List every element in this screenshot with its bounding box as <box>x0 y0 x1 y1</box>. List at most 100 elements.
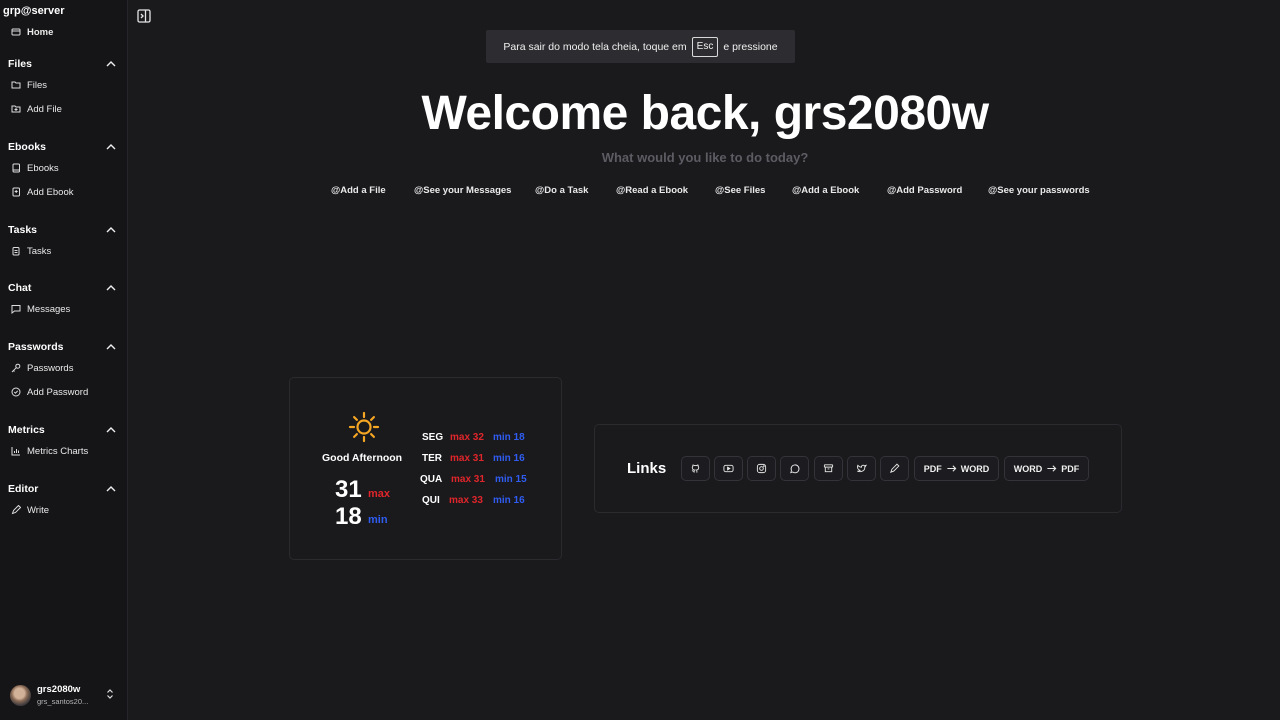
page-title: Welcome back, grs2080w <box>421 87 989 140</box>
forecast-max: max 33 <box>449 495 483 506</box>
user-menu[interactable]: grs2080w grs_santos20... <box>10 683 120 707</box>
sidebar-toggle-icon[interactable] <box>137 9 151 23</box>
sidebar-item-label: Tasks <box>27 245 52 257</box>
whatsapp-icon <box>790 464 800 474</box>
sidebar-item-label: Add Ebook <box>27 186 74 198</box>
instagram-link-button[interactable] <box>747 456 776 481</box>
editor-link-button[interactable] <box>880 456 909 481</box>
arrow-right-icon <box>947 465 957 472</box>
forecast-day: TER <box>422 453 442 464</box>
fullscreen-notice-text-after: e pressione <box>723 40 778 53</box>
convert-to-label: WORD <box>960 463 990 474</box>
weather-card: Good Afternoon 31 max 18 min SEG max 32 … <box>289 377 562 560</box>
shield-check-icon <box>11 387 21 397</box>
quick-action-see-messages[interactable]: @See your Messages <box>414 185 511 196</box>
chevron-up-icon[interactable] <box>105 483 117 495</box>
group-files-label: Files <box>8 58 32 70</box>
twitter-link-button[interactable] <box>847 456 876 481</box>
group-chat-label: Chat <box>8 282 32 294</box>
forecast-min: min 18 <box>493 432 525 443</box>
twitter-icon <box>857 464 867 473</box>
forecast-max: max 31 <box>451 474 485 485</box>
github-icon <box>691 464 700 473</box>
fullscreen-notice-text: Para sair do modo tela cheia, toque em <box>503 40 687 53</box>
archive-link-button[interactable] <box>814 456 843 481</box>
quick-action-add-password[interactable]: @Add Password <box>887 185 962 196</box>
links-card: Links PDF WORD WORD PDF <box>594 424 1122 513</box>
quick-action-do-task[interactable]: @Do a Task <box>535 185 588 196</box>
sidebar-item-label: Add Password <box>27 386 89 398</box>
current-max-label: max <box>368 488 391 500</box>
current-min-label: min <box>368 514 388 526</box>
weather-greeting: Good Afternoon <box>322 452 403 464</box>
user-name: grs2080w <box>37 684 81 695</box>
quick-action-add-file[interactable]: @Add a File <box>331 185 386 196</box>
pencil-icon <box>890 463 900 473</box>
sidebar-item-add-password[interactable]: Add Password <box>11 384 88 400</box>
group-editor-label: Editor <box>8 483 39 495</box>
youtube-icon <box>723 464 734 473</box>
sidebar-item-metrics-charts[interactable]: Metrics Charts <box>11 443 88 459</box>
sidebar-item-write[interactable]: Write <box>11 502 49 518</box>
quick-action-see-files[interactable]: @See Files <box>715 185 765 196</box>
forecast-max: max 32 <box>450 432 484 443</box>
convert-from-label: WORD <box>1013 463 1043 474</box>
forecast-max: max 31 <box>450 453 484 464</box>
user-email: grs_santos20... <box>37 696 89 706</box>
sidebar-item-label: Messages <box>27 303 71 315</box>
forecast-day: QUA <box>420 474 443 485</box>
sidebar-item-label: Write <box>27 504 49 516</box>
app-brand: grp@server <box>3 5 65 17</box>
sidebar-item-passwords[interactable]: Passwords <box>11 360 73 376</box>
chevron-up-icon[interactable] <box>105 424 117 436</box>
sidebar-item-label: Passwords <box>27 362 74 374</box>
quick-action-add-ebook[interactable]: @Add a Ebook <box>792 185 859 196</box>
clipboard-icon <box>12 247 20 256</box>
pdf-to-word-button[interactable]: PDF WORD <box>914 456 999 481</box>
sidebar-item-label: Home <box>27 26 54 38</box>
sidebar-item-label: Metrics Charts <box>27 445 89 457</box>
chevron-up-icon[interactable] <box>105 224 117 236</box>
word-to-pdf-button[interactable]: WORD PDF <box>1004 456 1089 481</box>
message-square-icon <box>11 305 21 314</box>
chevrons-up-down-icon <box>107 689 113 699</box>
sidebar-item-messages[interactable]: Messages <box>11 301 70 317</box>
group-passwords-label: Passwords <box>8 341 64 353</box>
book-plus-icon <box>12 187 20 197</box>
quick-action-see-passwords[interactable]: @See your passwords <box>988 185 1090 196</box>
esc-key: Esc <box>691 36 719 57</box>
group-tasks-label: Tasks <box>8 224 37 236</box>
sidebar-item-add-ebook[interactable]: Add Ebook <box>11 184 73 200</box>
quick-action-read-ebook[interactable]: @Read a Ebook <box>616 185 688 196</box>
key-icon <box>11 363 21 373</box>
bar-chart-icon <box>11 447 20 456</box>
whatsapp-link-button[interactable] <box>780 456 809 481</box>
pencil-icon <box>11 505 21 515</box>
page-subtitle: What would you like to do today? <box>601 150 809 165</box>
github-link-button[interactable] <box>681 456 710 481</box>
convert-from-label: PDF <box>923 463 942 474</box>
chevron-up-icon[interactable] <box>105 341 117 353</box>
youtube-link-button[interactable] <box>714 456 743 481</box>
forecast-min: min 16 <box>493 453 525 464</box>
current-min-temp: 18 <box>335 503 362 530</box>
chevron-up-icon[interactable] <box>105 58 117 70</box>
avatar <box>10 684 31 706</box>
arrow-right-icon <box>1047 465 1057 472</box>
chevron-up-icon[interactable] <box>105 282 117 294</box>
forecast-day: SEG <box>422 432 444 443</box>
instagram-icon <box>756 463 767 474</box>
home-icon <box>11 28 21 36</box>
sidebar-item-tasks[interactable]: Tasks <box>11 243 51 259</box>
forecast-min: min 16 <box>493 495 525 506</box>
sidebar-item-home[interactable]: Home <box>11 24 53 40</box>
sun-icon <box>348 411 380 443</box>
group-metrics-label: Metrics <box>8 424 45 436</box>
convert-to-label: PDF <box>1061 463 1080 474</box>
archive-icon <box>823 464 834 473</box>
forecast-min: min 15 <box>495 474 527 485</box>
fullscreen-notice: Para sair do modo tela cheia, toque em E… <box>486 30 795 63</box>
current-max-temp: 31 <box>335 476 362 503</box>
links-title: Links <box>627 460 667 477</box>
forecast-day: QUI <box>422 495 440 506</box>
